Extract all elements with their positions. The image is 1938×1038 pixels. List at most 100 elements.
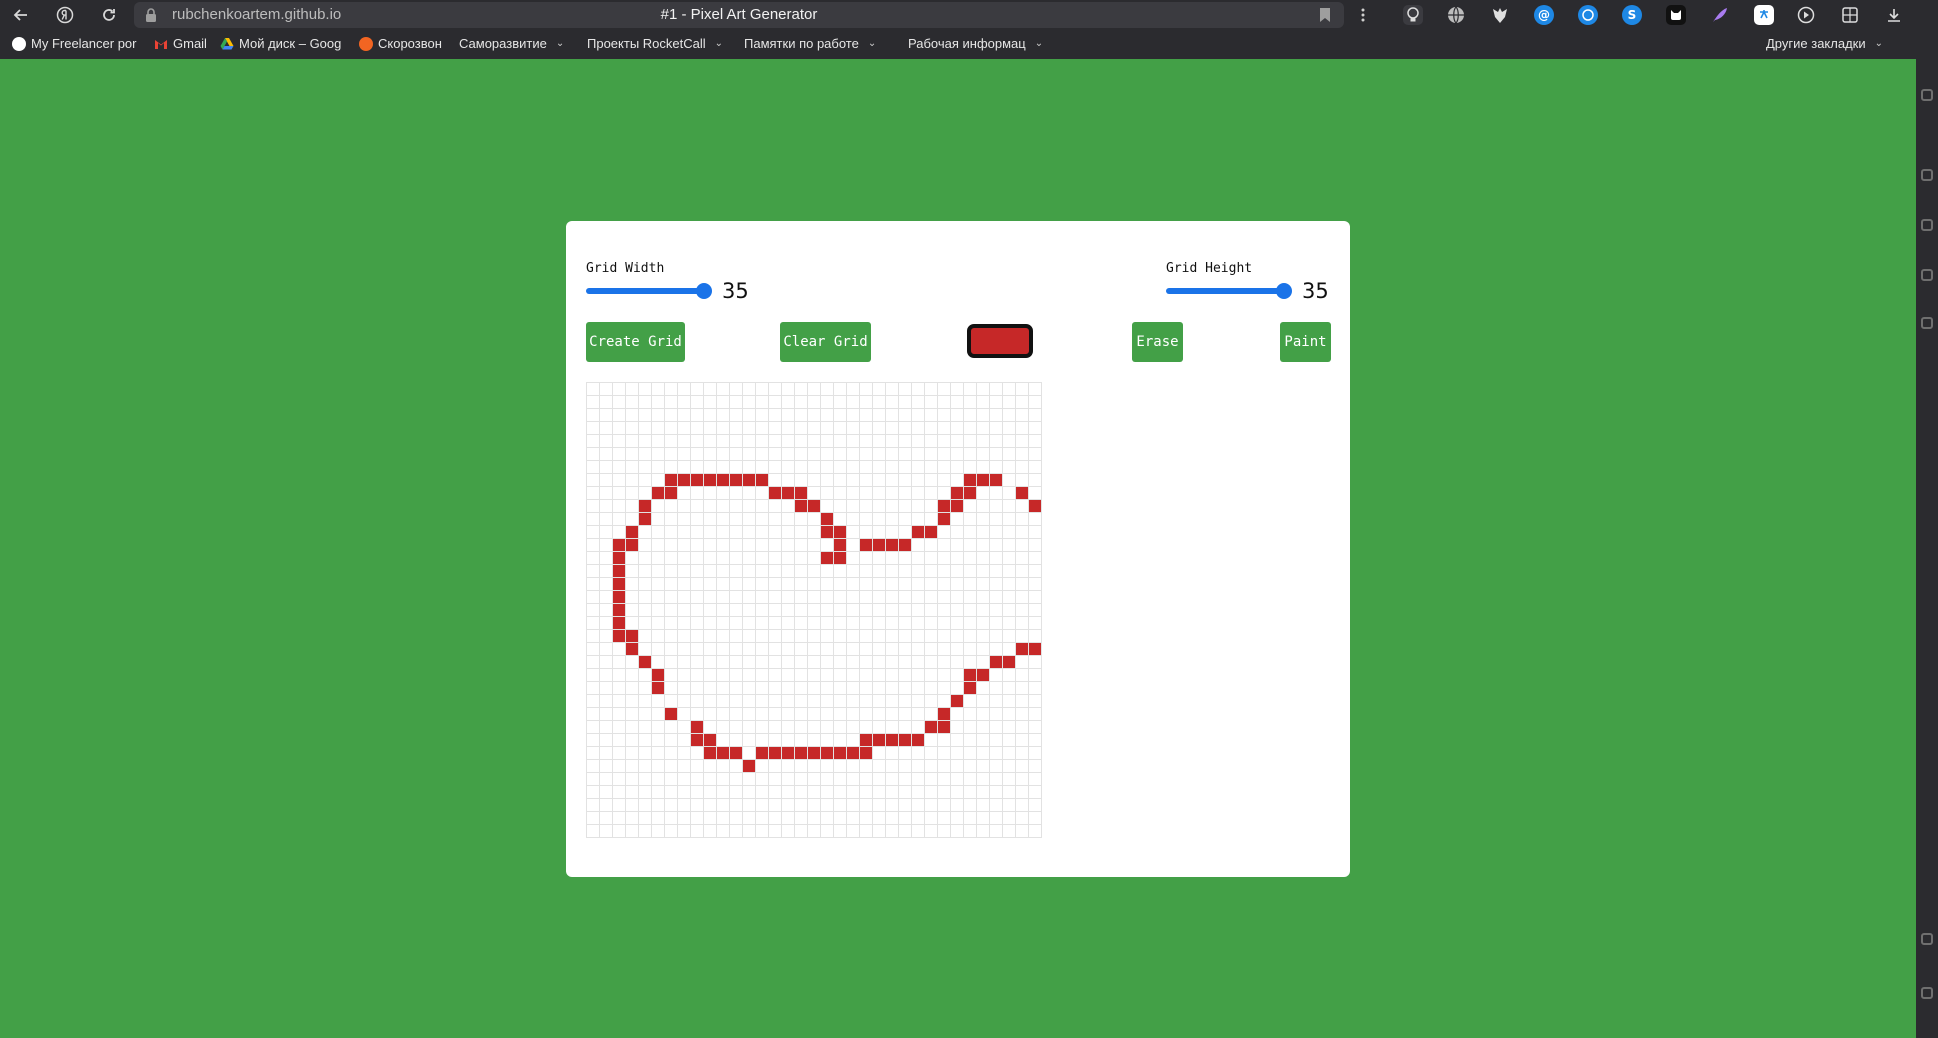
grid-cell[interactable] — [847, 708, 860, 721]
grid-cell[interactable] — [1016, 552, 1029, 565]
grid-cell[interactable] — [1029, 435, 1042, 448]
grid-cell[interactable] — [691, 552, 704, 565]
grid-cell[interactable] — [1003, 435, 1016, 448]
grid-cell[interactable] — [665, 695, 678, 708]
grid-cell[interactable] — [1029, 617, 1042, 630]
grid-cell[interactable] — [1003, 383, 1016, 396]
grid-cell[interactable] — [834, 435, 847, 448]
grid-cell[interactable] — [691, 526, 704, 539]
grid-cell[interactable] — [834, 799, 847, 812]
create-grid-button[interactable]: Create Grid — [586, 322, 685, 362]
grid-cell[interactable] — [717, 656, 730, 669]
grid-cell[interactable] — [964, 773, 977, 786]
grid-cell[interactable] — [743, 526, 756, 539]
grid-cell[interactable] — [652, 513, 665, 526]
grid-cell[interactable] — [613, 825, 626, 838]
grid-cell[interactable] — [847, 422, 860, 435]
lightbulb-extension-icon[interactable] — [1403, 5, 1423, 25]
grid-cell[interactable] — [613, 695, 626, 708]
grid-cell[interactable] — [743, 435, 756, 448]
grid-cell[interactable] — [756, 526, 769, 539]
grid-cell[interactable] — [964, 565, 977, 578]
grid-cell[interactable] — [691, 513, 704, 526]
grid-cell[interactable] — [899, 747, 912, 760]
painted-cell[interactable] — [821, 513, 834, 526]
grid-cell[interactable] — [977, 383, 990, 396]
grid-cell[interactable] — [587, 617, 600, 630]
panel-icon[interactable] — [1921, 219, 1933, 231]
grid-cell[interactable] — [977, 487, 990, 500]
grid-cell[interactable] — [626, 422, 639, 435]
grid-cell[interactable] — [795, 786, 808, 799]
grid-cell[interactable] — [743, 539, 756, 552]
painted-cell[interactable] — [652, 669, 665, 682]
grid-cell[interactable] — [678, 578, 691, 591]
grid-cell[interactable] — [639, 448, 652, 461]
grid-cell[interactable] — [834, 630, 847, 643]
grid-cell[interactable] — [990, 630, 1003, 643]
grid-cell[interactable] — [951, 786, 964, 799]
grid-cell[interactable] — [600, 617, 613, 630]
paint-button[interactable]: Paint — [1280, 322, 1331, 362]
globe-extension-icon[interactable] — [1446, 5, 1466, 25]
grid-cell[interactable] — [873, 383, 886, 396]
grid-cell[interactable] — [886, 630, 899, 643]
grid-cell[interactable] — [587, 643, 600, 656]
grid-cell[interactable] — [587, 682, 600, 695]
grid-cell[interactable] — [587, 773, 600, 786]
grid-cell[interactable] — [756, 552, 769, 565]
grid-cell[interactable] — [717, 669, 730, 682]
grid-cell[interactable] — [899, 604, 912, 617]
grid-cell[interactable] — [886, 604, 899, 617]
grid-cell[interactable] — [1003, 708, 1016, 721]
grid-cell[interactable] — [691, 487, 704, 500]
grid-cell[interactable] — [964, 500, 977, 513]
grid-cell[interactable] — [717, 578, 730, 591]
grid-cell[interactable] — [821, 448, 834, 461]
grid-cell[interactable] — [652, 786, 665, 799]
grid-cell[interactable] — [665, 747, 678, 760]
grid-cell[interactable] — [847, 799, 860, 812]
grid-cell[interactable] — [587, 513, 600, 526]
grid-cell[interactable] — [834, 773, 847, 786]
grid-cell[interactable] — [873, 565, 886, 578]
painted-cell[interactable] — [613, 565, 626, 578]
grid-cell[interactable] — [912, 552, 925, 565]
grid-cell[interactable] — [1003, 539, 1016, 552]
grid-cell[interactable] — [847, 539, 860, 552]
grid-cell[interactable] — [587, 435, 600, 448]
grid-cell[interactable] — [860, 656, 873, 669]
extensions-puzzle-icon[interactable] — [1840, 5, 1860, 25]
grid-cell[interactable] — [717, 435, 730, 448]
grid-cell[interactable] — [990, 435, 1003, 448]
grid-cell[interactable] — [834, 513, 847, 526]
grid-cell[interactable] — [860, 799, 873, 812]
grid-cell[interactable] — [678, 617, 691, 630]
grid-cell[interactable] — [730, 643, 743, 656]
grid-cell[interactable] — [873, 812, 886, 825]
grid-cell[interactable] — [769, 461, 782, 474]
grid-cell[interactable] — [652, 773, 665, 786]
grid-cell[interactable] — [730, 682, 743, 695]
grid-cell[interactable] — [977, 734, 990, 747]
grid-cell[interactable] — [691, 396, 704, 409]
grid-cell[interactable] — [860, 383, 873, 396]
grid-cell[interactable] — [795, 734, 808, 747]
grid-cell[interactable] — [665, 526, 678, 539]
grid-cell[interactable] — [691, 409, 704, 422]
grid-cell[interactable] — [886, 786, 899, 799]
grid-cell[interactable] — [873, 617, 886, 630]
grid-cell[interactable] — [1003, 617, 1016, 630]
grid-cell[interactable] — [886, 682, 899, 695]
grid-cell[interactable] — [834, 734, 847, 747]
grid-cell[interactable] — [1003, 786, 1016, 799]
grid-cell[interactable] — [808, 487, 821, 500]
grid-cell[interactable] — [704, 760, 717, 773]
grid-cell[interactable] — [756, 773, 769, 786]
color-picker[interactable] — [967, 324, 1033, 358]
grid-cell[interactable] — [769, 435, 782, 448]
grid-cell[interactable] — [938, 812, 951, 825]
grid-cell[interactable] — [704, 565, 717, 578]
grid-cell[interactable] — [808, 591, 821, 604]
bookmark-freelancer[interactable]: My Freelancer por — [12, 36, 142, 51]
